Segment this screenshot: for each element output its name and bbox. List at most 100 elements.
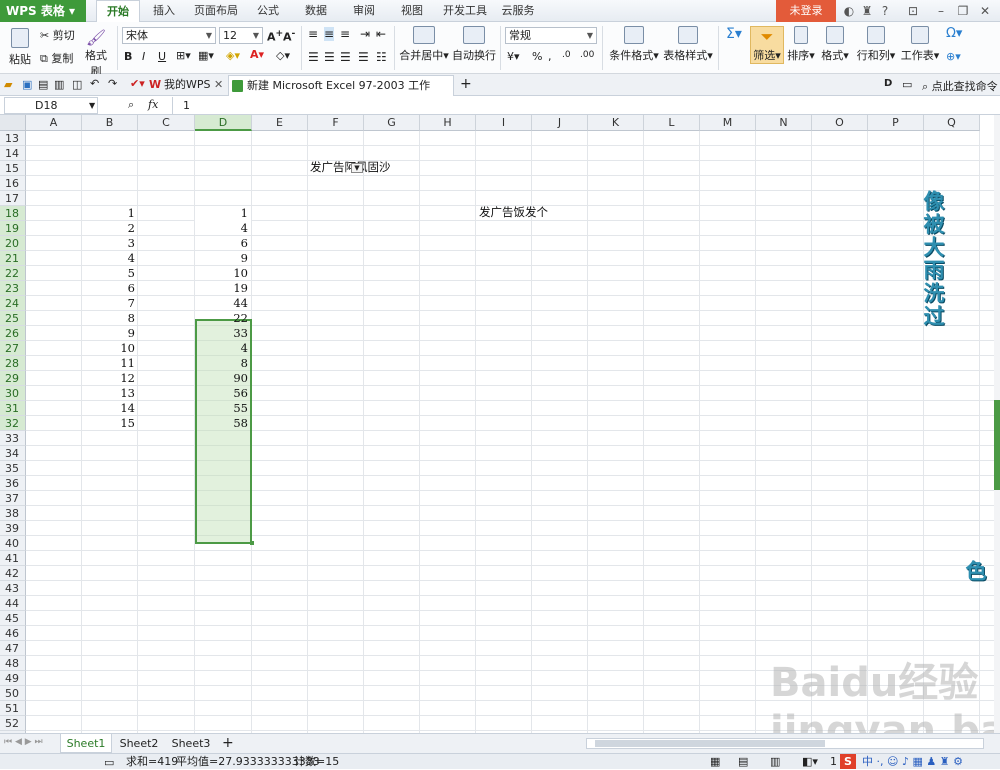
- row-header-22[interactable]: 22: [0, 266, 26, 281]
- row-header-45[interactable]: 45: [0, 611, 26, 626]
- column-header-A[interactable]: A: [26, 115, 82, 131]
- cell-D32[interactable]: 58: [195, 416, 251, 431]
- row-header-23[interactable]: 23: [0, 281, 26, 296]
- auto-wrap-button[interactable]: 自动换行: [452, 26, 496, 63]
- fill-color-icon[interactable]: ◈▾: [226, 49, 240, 62]
- row-header-39[interactable]: 39: [0, 521, 26, 536]
- merge-center-button[interactable]: 合并居中▾: [398, 26, 450, 63]
- row-header-36[interactable]: 36: [0, 476, 26, 491]
- column-header-O[interactable]: O: [812, 115, 868, 131]
- cell-D19[interactable]: 4: [195, 221, 251, 236]
- row-header-52[interactable]: 52: [0, 716, 26, 731]
- tab-my-wps[interactable]: W 我的WPS ✕: [146, 75, 226, 96]
- column-header-N[interactable]: N: [756, 115, 812, 131]
- decrease-decimal-icon[interactable]: .00: [580, 50, 594, 60]
- cell-D29[interactable]: 90: [195, 371, 251, 386]
- menu-developer[interactable]: 开发工具: [440, 0, 490, 22]
- column-header-I[interactable]: I: [476, 115, 532, 131]
- menu-formula[interactable]: 公式: [250, 0, 286, 22]
- table-style-button[interactable]: 表格样式▾: [662, 26, 714, 63]
- column-header-Q[interactable]: Q: [924, 115, 980, 131]
- row-header-17[interactable]: 17: [0, 191, 26, 206]
- print-preview-icon[interactable]: ▤: [38, 78, 48, 91]
- outdent-icon[interactable]: ⇤: [376, 27, 386, 41]
- help-icon[interactable]: ?: [876, 3, 894, 19]
- row-header-15[interactable]: 15: [0, 161, 26, 176]
- align-left-icon[interactable]: ☰: [308, 50, 319, 64]
- spreadsheet-grid[interactable]: ABCDEFGHIJKLMNOPQ 13 14 15 16 17 18 19 20 21 22 23…: [0, 115, 995, 733]
- row-header-40[interactable]: 40: [0, 536, 26, 551]
- column-header-H[interactable]: H: [420, 115, 476, 131]
- row-header-14[interactable]: 14: [0, 146, 26, 161]
- name-box[interactable]: D18 ▼: [4, 97, 98, 114]
- sum-icon[interactable]: Σ▾: [726, 26, 742, 42]
- customize-icon[interactable]: ✔▾: [130, 77, 145, 90]
- indent-icon[interactable]: ⇥: [360, 27, 370, 41]
- zoom-control[interactable]: ◧▾: [802, 754, 818, 769]
- export-icon[interactable]: ▭: [902, 78, 912, 91]
- align-center-icon[interactable]: ☰: [324, 50, 335, 64]
- row-header-20[interactable]: 20: [0, 236, 26, 251]
- sheet-tab-1[interactable]: Sheet1: [60, 734, 112, 753]
- justify-icon[interactable]: ☰: [358, 50, 369, 64]
- cell-B24[interactable]: 7: [82, 296, 138, 311]
- menu-review[interactable]: 审阅: [346, 0, 382, 22]
- cell-B30[interactable]: 13: [82, 386, 138, 401]
- copy-button[interactable]: ⧉ 复制: [40, 50, 73, 66]
- format-button[interactable]: 格式▾: [820, 26, 850, 63]
- cell-D21[interactable]: 9: [195, 251, 251, 266]
- select-all-corner[interactable]: [0, 115, 26, 131]
- cell-D18[interactable]: 1: [195, 206, 251, 221]
- row-header-31[interactable]: 31: [0, 401, 26, 416]
- sheet-tab-3[interactable]: Sheet3: [166, 734, 216, 753]
- column-header-K[interactable]: K: [588, 115, 644, 131]
- conditional-format-button[interactable]: 条件格式▾: [608, 26, 660, 63]
- sheet-tab-2[interactable]: Sheet2: [114, 734, 164, 753]
- border-icon[interactable]: ⊞▾: [176, 49, 191, 62]
- cell-D24[interactable]: 44: [195, 296, 251, 311]
- menu-view[interactable]: 视图: [394, 0, 430, 22]
- menu-insert[interactable]: 插入: [146, 0, 182, 22]
- restore-ribbon-icon[interactable]: ⊡: [904, 3, 922, 19]
- doc-icon[interactable]: D: [884, 78, 892, 89]
- cell-F15[interactable]: 发广告阿风固沙: [310, 160, 430, 175]
- column-header-D[interactable]: D: [195, 115, 252, 131]
- cell-D31[interactable]: 55: [195, 401, 251, 416]
- row-header-16[interactable]: 16: [0, 176, 26, 191]
- sogou-ime-icon[interactable]: S: [840, 754, 856, 769]
- rows-cols-button[interactable]: 行和列▾: [856, 26, 896, 63]
- tab-workbook[interactable]: 新建 Microsoft Excel 97-2003 工作表.xls * ✕: [228, 75, 454, 112]
- cell-B25[interactable]: 8: [82, 311, 138, 326]
- column-header-J[interactable]: J: [532, 115, 588, 131]
- sort-button[interactable]: 排序▾: [786, 26, 816, 63]
- command-search[interactable]: ⌕ 点此查找命令: [922, 78, 998, 94]
- row-header-19[interactable]: 19: [0, 221, 26, 236]
- row-header-35[interactable]: 35: [0, 461, 26, 476]
- row-header-18[interactable]: 18: [0, 206, 26, 221]
- new-tab-icon[interactable]: +: [460, 76, 472, 92]
- align-middle-icon[interactable]: ≡: [324, 27, 335, 41]
- column-header-G[interactable]: G: [364, 115, 420, 131]
- page-break-view-icon[interactable]: ▥: [770, 754, 780, 769]
- login-button[interactable]: 未登录: [776, 0, 836, 22]
- align-bottom-icon[interactable]: ≡: [340, 27, 350, 41]
- zoom-search-icon[interactable]: ⌕: [128, 98, 134, 112]
- align-top-icon[interactable]: ≡: [308, 27, 318, 41]
- clear-format-icon[interactable]: ◇▾: [276, 49, 290, 62]
- font-grow-icon[interactable]: A+: [267, 28, 283, 44]
- find-icon[interactable]: ⊕▾: [946, 50, 961, 63]
- row-header-24[interactable]: 24: [0, 296, 26, 311]
- worksheet-button[interactable]: 工作表▾: [900, 26, 940, 63]
- close-tab-icon[interactable]: ✕: [214, 75, 223, 95]
- cell-B22[interactable]: 5: [82, 266, 138, 281]
- row-header-43[interactable]: 43: [0, 581, 26, 596]
- minimize-icon[interactable]: –: [932, 3, 950, 19]
- cut-button[interactable]: ✂ 剪切: [40, 27, 75, 43]
- italic-icon[interactable]: I: [142, 50, 145, 63]
- skin-icon[interactable]: ◐: [840, 3, 858, 19]
- menu-data[interactable]: 数据: [298, 0, 334, 22]
- cell-B27[interactable]: 10: [82, 341, 138, 356]
- cell-B28[interactable]: 11: [82, 356, 138, 371]
- row-header-49[interactable]: 49: [0, 671, 26, 686]
- row-header-32[interactable]: 32: [0, 416, 26, 431]
